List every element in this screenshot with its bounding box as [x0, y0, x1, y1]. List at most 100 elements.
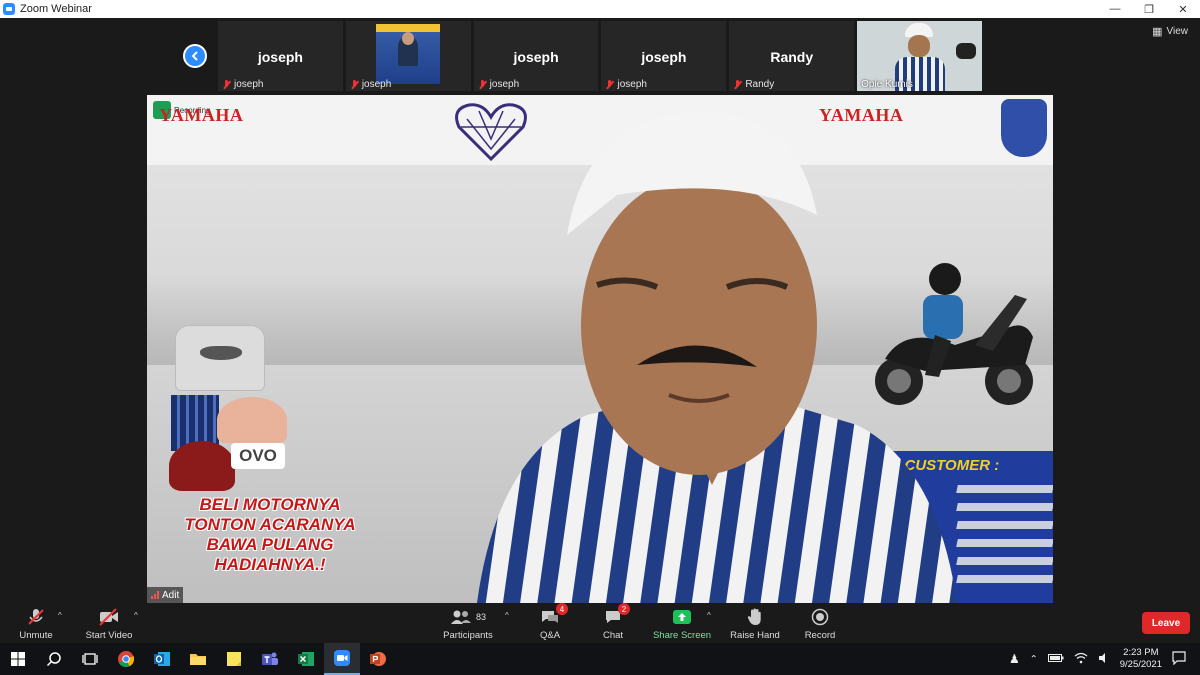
- leave-button[interactable]: Leave: [1142, 612, 1190, 634]
- record-label: Record: [804, 630, 836, 641]
- mic-muted-icon: [605, 79, 614, 90]
- unmute-label: Unmute: [19, 630, 53, 641]
- powerpoint-icon[interactable]: [360, 643, 396, 675]
- participant-name: joseph: [489, 79, 520, 90]
- tshirt-prize-icon: [175, 325, 265, 391]
- qa-label: Q&A: [539, 630, 561, 641]
- chevron-left-icon: [191, 51, 198, 61]
- qa-icon-wrap: 4: [540, 603, 568, 628]
- people-icon[interactable]: ♟: [1009, 652, 1020, 666]
- share-screen-button[interactable]: Share Screen: [652, 603, 712, 643]
- view-label: View: [1166, 26, 1189, 37]
- participants-label: Participants: [443, 630, 493, 641]
- ovo-logo: OVO: [231, 443, 285, 469]
- windows-taskbar: ♟ ⌃ 2:23 PM 9/25/2021: [0, 643, 1200, 675]
- chat-icon-wrap: 2: [604, 603, 630, 628]
- window-title: Zoom Webinar: [20, 3, 92, 15]
- search-icon[interactable]: [36, 643, 72, 675]
- excel-icon[interactable]: [288, 643, 324, 675]
- promo-line: BELI MOTORNYA: [199, 495, 341, 514]
- promo-line: HADIAHNYA.!: [214, 555, 326, 574]
- club-badge-icon: [1001, 99, 1047, 157]
- teams-icon[interactable]: [252, 643, 288, 675]
- mic-muted-icon: [222, 79, 231, 90]
- chevron-up-icon[interactable]: ^: [707, 611, 711, 620]
- record-icon: [811, 608, 829, 626]
- share-screen-label: Share Screen: [652, 630, 712, 641]
- promo-line: BAWA PULANG: [206, 535, 334, 554]
- windows-start-icon[interactable]: [0, 643, 36, 675]
- participant-tile[interactable]: joseph joseph: [217, 20, 344, 92]
- meeting-toolbar: Unmute ^ Start Video ^ 83 Participants ^…: [0, 603, 1200, 643]
- chat-button[interactable]: 2 Chat: [598, 603, 630, 643]
- grid-icon: ▦: [1152, 26, 1163, 38]
- mic-muted-icon: [478, 79, 487, 90]
- taskbar-clock[interactable]: 2:23 PM 9/25/2021: [1120, 647, 1162, 671]
- participant-tile[interactable]: Randy Randy: [728, 20, 856, 92]
- participant-strip: joseph joseph joseph joseph joseph josep…: [217, 20, 983, 92]
- record-icon-wrap: [811, 606, 829, 628]
- share-screen-icon: [673, 610, 691, 624]
- clock-time: 2:23 PM: [1123, 647, 1159, 658]
- speaker-name-tag: Adit: [147, 587, 184, 603]
- participant-tile[interactable]: joseph: [344, 20, 472, 92]
- yamaha-logo: YAMAHA: [159, 105, 244, 125]
- raise-hand-button[interactable]: Raise Hand: [729, 603, 781, 643]
- chrome-icon[interactable]: [108, 643, 144, 675]
- chat-label: Chat: [602, 630, 624, 641]
- fan-prize-icon: [217, 397, 287, 443]
- participant-display-name: joseph: [641, 49, 687, 65]
- participants-icon: [450, 610, 471, 624]
- participant-name: Opie Kumis: [861, 79, 913, 90]
- battery-icon[interactable]: [1047, 653, 1064, 666]
- participant-tile[interactable]: joseph joseph: [600, 20, 728, 92]
- minimize-icon[interactable]: —: [1098, 0, 1132, 18]
- close-icon[interactable]: ✕: [1166, 0, 1200, 18]
- start-video-button[interactable]: Start Video: [82, 603, 136, 643]
- chevron-up-icon[interactable]: ^: [134, 611, 138, 620]
- notifications-icon[interactable]: [1172, 650, 1186, 668]
- chevron-up-icon[interactable]: ^: [505, 611, 509, 620]
- participants-button[interactable]: 83 Participants: [440, 603, 496, 643]
- restore-icon[interactable]: ❐: [1132, 0, 1166, 18]
- chevron-up-icon[interactable]: ⌃: [1030, 654, 1038, 665]
- promo-text: BELI MOTORNYA TONTON ACARANYA BAWA PULAN…: [155, 495, 385, 575]
- raise-hand-icon: [747, 608, 761, 625]
- record-button[interactable]: Record: [802, 603, 838, 643]
- meeting-stage: ▦ View joseph joseph joseph joseph josep…: [0, 18, 1200, 603]
- system-tray: ♟ ⌃ 2:23 PM 9/25/2021: [1009, 643, 1200, 675]
- share-icon-wrap: [672, 606, 692, 628]
- sticky-notes-icon[interactable]: [216, 643, 252, 675]
- participant-name: joseph: [361, 79, 392, 90]
- chevron-up-icon[interactable]: ^: [58, 611, 62, 620]
- helmet-prize-icon: [169, 441, 235, 491]
- speaker-person: [477, 112, 957, 603]
- outlook-icon[interactable]: [144, 643, 180, 675]
- raise-hand-icon-wrap: [747, 606, 763, 628]
- participant-display-name: joseph: [257, 49, 303, 65]
- wifi-icon[interactable]: [1074, 652, 1088, 667]
- participant-name: Randy: [745, 79, 775, 90]
- participant-name: joseph: [234, 79, 264, 90]
- task-view-icon[interactable]: [72, 643, 108, 675]
- zoom-logo-icon: [3, 3, 15, 15]
- participant-video: [375, 24, 440, 84]
- view-button[interactable]: ▦ View: [1152, 25, 1188, 38]
- unmute-button[interactable]: Unmute: [14, 603, 58, 643]
- speaker-name: Adit: [162, 589, 180, 601]
- file-explorer-icon[interactable]: [180, 643, 216, 675]
- qa-button[interactable]: 4 Q&A: [535, 603, 568, 643]
- participant-tile[interactable]: joseph joseph: [472, 20, 600, 92]
- mic-muted-icon: [26, 606, 46, 628]
- window-titlebar: Zoom Webinar — ❐ ✕: [0, 0, 1200, 18]
- signal-icon: [151, 591, 159, 599]
- active-speaker-video: Recording YAMAHA YAMAHA OVO BELI MOTORNY…: [147, 95, 1053, 603]
- zoom-icon[interactable]: [324, 643, 360, 675]
- start-video-label: Start Video: [85, 630, 133, 641]
- volume-icon[interactable]: [1098, 652, 1110, 667]
- mic-muted-icon: [733, 79, 742, 90]
- previous-page-button[interactable]: [183, 44, 207, 68]
- participant-display-name: joseph: [513, 49, 559, 65]
- participant-tile[interactable]: Opie Kumis: [856, 20, 983, 92]
- promo-line: TONTON ACARANYA: [184, 515, 356, 534]
